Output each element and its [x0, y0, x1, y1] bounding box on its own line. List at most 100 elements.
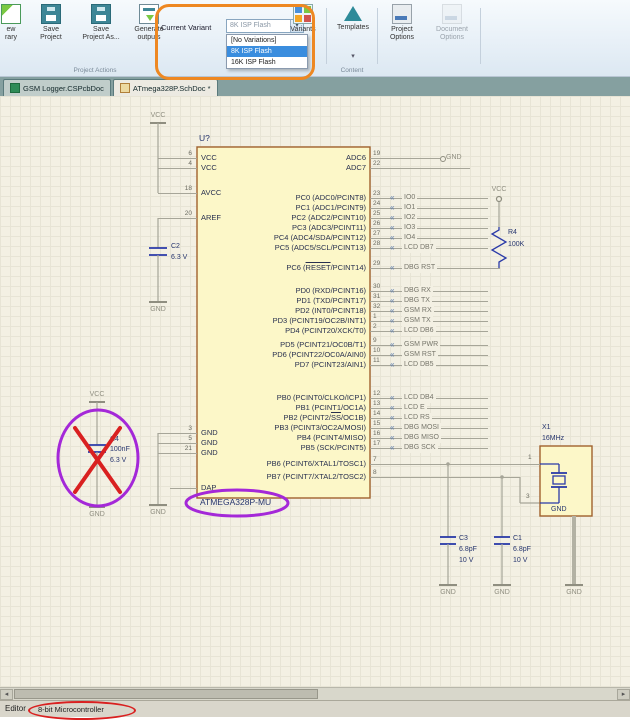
net-wire	[370, 158, 440, 159]
pin-number: 32	[373, 303, 380, 311]
button-label: ew	[0, 26, 26, 34]
ribbon-toolbar: ew rary Save Project Save Project As... …	[0, 0, 630, 77]
pin-number: 31	[373, 293, 380, 301]
button-label: Options	[380, 34, 424, 42]
port-chevron-icon: «	[390, 361, 394, 369]
altium-window: ew rary Save Project Save Project As... …	[0, 0, 630, 716]
tab-gsm-logger-pcbdoc[interactable]: GSM Logger.CSPcbDoc	[3, 79, 111, 96]
pin-number: 7	[373, 456, 377, 464]
dropdown-option-no-variations[interactable]: [No Variations]	[227, 35, 307, 46]
pin-wire	[158, 158, 197, 159]
button-label: Project	[380, 26, 424, 34]
port-chevron-icon: «	[390, 287, 394, 295]
port-chevron-icon: «	[390, 444, 394, 452]
pin-number: 29	[373, 260, 380, 268]
pin-number: 6	[170, 150, 192, 158]
port-chevron-icon: «	[390, 244, 394, 252]
pin-wire	[158, 433, 197, 434]
atmega328p-symbol[interactable]	[197, 147, 370, 498]
net-label: DBG MISO	[402, 433, 441, 443]
group-label-project-actions: Project Actions	[20, 67, 170, 74]
pin-number: 16	[373, 430, 380, 438]
pin-number: 2	[373, 323, 377, 331]
pin-number: 24	[373, 200, 380, 208]
port-chevron-icon: «	[390, 307, 394, 315]
tab-atmega328p-schdoc[interactable]: ATmega328P.SchDoc *	[113, 79, 218, 96]
project-options-button[interactable]: Project Options	[380, 4, 424, 42]
scrollbar-thumb[interactable]	[14, 689, 318, 699]
pin-wire	[170, 488, 197, 489]
new-library-button[interactable]: ew rary	[0, 4, 26, 42]
net-label: IO0	[402, 193, 417, 203]
port-chevron-icon: «	[390, 351, 394, 359]
net-wire	[370, 208, 488, 209]
variants-button[interactable]: Variants	[282, 4, 324, 34]
port-chevron-icon: «	[390, 327, 394, 335]
pin-wire	[158, 193, 197, 194]
pin-number: 3	[170, 425, 192, 433]
scroll-left-arrow-icon[interactable]: ◂	[0, 689, 13, 700]
variants-icon	[293, 4, 313, 24]
schematic-canvas[interactable]: 6VCC4VCC18AVCC20AREF3GND5GND21GNDDAPADC6…	[0, 96, 630, 687]
dropdown-option-16k-isp-flash[interactable]: 16K ISP Flash	[227, 57, 307, 68]
current-variant-value: 8K ISP Flash	[227, 20, 290, 32]
button-label: Save	[28, 26, 74, 34]
net-label: LCD DB4	[402, 393, 436, 403]
scroll-right-arrow-icon[interactable]: ▸	[617, 689, 630, 700]
pin-number: 11	[373, 357, 380, 365]
pin-number: 18	[170, 185, 192, 193]
port-chevron-icon: «	[390, 404, 394, 412]
net-label: LCD RS	[402, 413, 432, 423]
project-options-icon	[392, 4, 412, 24]
pin-number: 23	[373, 190, 380, 198]
tab-label: ATmega328P.SchDoc *	[133, 84, 211, 93]
gnd-net-label: GND	[446, 153, 462, 162]
new-library-icon	[1, 4, 21, 24]
document-options-button[interactable]: Document Options	[428, 4, 476, 42]
document-options-icon	[442, 4, 462, 24]
save-project-as-button[interactable]: Save Project As...	[76, 4, 126, 42]
port-chevron-icon: «	[390, 434, 394, 442]
pin-number: 9	[373, 337, 377, 345]
pin-number: 21	[170, 445, 192, 453]
pin-wire	[158, 443, 197, 444]
button-label: rary	[0, 34, 26, 42]
net-label: IO2	[402, 213, 417, 223]
generate-outputs-icon	[139, 4, 159, 24]
pin-number: 5	[170, 435, 192, 443]
status-component-tag: 8-bit Microcontroller	[38, 705, 104, 714]
net-label: IO4	[402, 233, 417, 243]
port-chevron-icon: «	[390, 194, 394, 202]
net-label: DBG MOSI	[402, 423, 441, 433]
net-label: LCD DB5	[402, 360, 436, 370]
button-label: Templates	[330, 24, 376, 32]
toolbar-separator	[480, 8, 481, 64]
net-wire	[370, 168, 470, 169]
net-wire	[370, 477, 520, 478]
sch-doc-icon	[120, 83, 130, 93]
status-editor-label: Editor	[5, 704, 26, 713]
port-chevron-icon: «	[390, 297, 394, 305]
save-as-icon	[91, 4, 111, 24]
templates-button[interactable]: Templates	[330, 4, 376, 32]
button-label: Project As...	[76, 34, 126, 42]
net-label: LCD DB6	[402, 326, 436, 336]
pin-number: 8	[373, 469, 377, 477]
horizontal-scrollbar[interactable]: ◂ ▸	[0, 687, 630, 701]
save-project-button[interactable]: Save Project	[28, 4, 74, 42]
pin-number: 19	[373, 150, 380, 158]
templates-dropdown-caret-icon[interactable]: ▾	[330, 52, 376, 60]
net-wire	[370, 198, 488, 199]
dropdown-option-8k-isp-flash[interactable]: 8K ISP Flash	[227, 46, 307, 57]
port-chevron-icon: «	[390, 204, 394, 212]
net-wire	[370, 408, 488, 409]
pin-number: 22	[373, 160, 380, 168]
button-label: outputs	[126, 34, 172, 42]
port-chevron-icon: «	[390, 341, 394, 349]
net-wire	[370, 238, 488, 239]
pin-number: 14	[373, 410, 380, 418]
port-chevron-icon: «	[390, 224, 394, 232]
port-chevron-icon: «	[390, 214, 394, 222]
pin-wire	[158, 218, 197, 219]
pin-number: 10	[373, 347, 380, 355]
